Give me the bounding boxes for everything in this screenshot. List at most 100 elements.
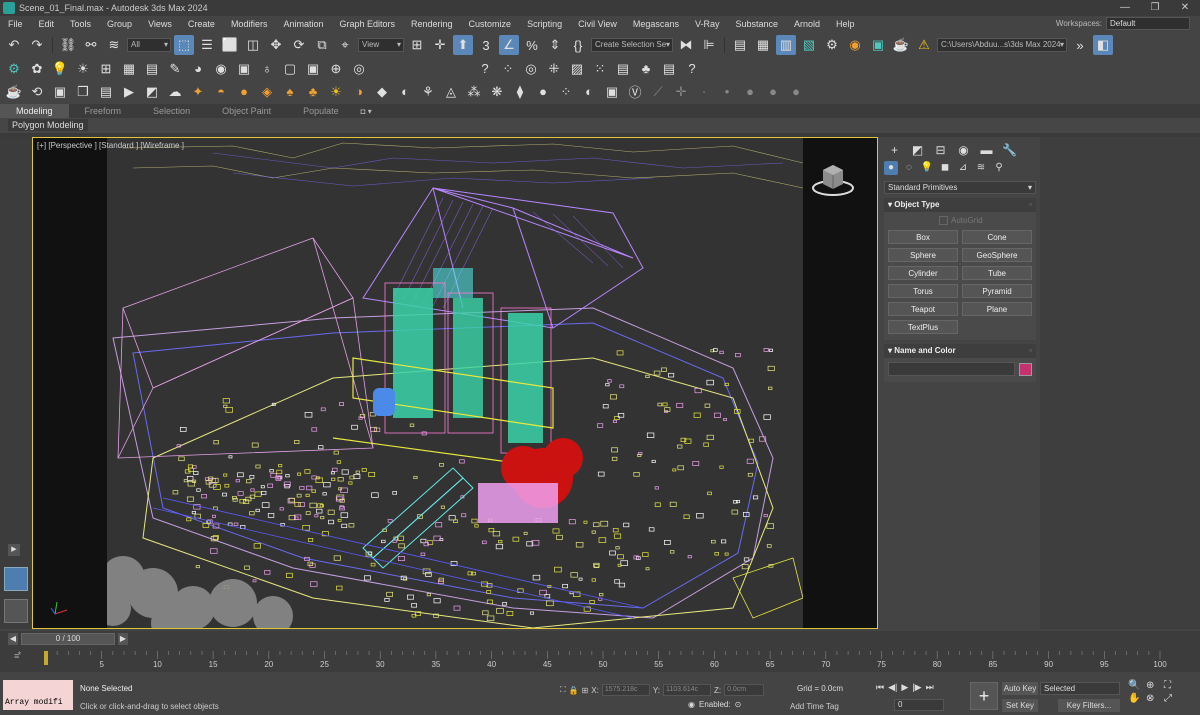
plane-button[interactable]: Plane [962, 302, 1032, 317]
set-keys-button[interactable]: + [970, 682, 998, 710]
sun-light-icon[interactable]: ☀ [326, 82, 346, 102]
shapes-icon[interactable]: ✿ [27, 59, 47, 79]
scatter-icon[interactable]: ⁂ [464, 82, 484, 102]
geosphere-button[interactable]: GeoSphere [962, 248, 1032, 263]
reference-coord-dropdown[interactable]: View [358, 38, 404, 52]
copy-icon[interactable]: ❐ [73, 82, 93, 102]
cloud-icon[interactable]: ☁ [165, 82, 185, 102]
warning-icon[interactable]: ⚠ [914, 35, 934, 55]
select-by-name-icon[interactable]: ☰ [197, 35, 217, 55]
image-icon[interactable]: ▨ [567, 59, 587, 79]
menu-file[interactable]: File [0, 16, 31, 32]
dock-panel-icon[interactable]: ◧ [1093, 35, 1113, 55]
arrange-icon[interactable]: ⁙ [590, 59, 610, 79]
snaps-toggle-icon[interactable]: 3 [476, 35, 496, 55]
material-editor-icon[interactable]: ◉ [845, 35, 865, 55]
toggle-ribbon-icon[interactable]: ▥ [776, 35, 796, 55]
unlink-icon[interactable]: ⚯ [81, 35, 101, 55]
film-icon[interactable]: ▤ [142, 59, 162, 79]
geometry-icon[interactable]: ● [884, 161, 898, 175]
ambient-icon[interactable]: ◑ [349, 82, 369, 102]
autogrid-checkbox[interactable]: AutoGrid [884, 212, 1036, 227]
object-category-dropdown[interactable]: Standard Primitives [884, 181, 1036, 194]
menu-create[interactable]: Create [180, 16, 223, 32]
sphere-grey-2-icon[interactable]: ● [763, 82, 783, 102]
pyramid-button[interactable]: Pyramid [962, 284, 1032, 299]
circle-target-icon[interactable]: ◎ [521, 59, 541, 79]
chat-icon[interactable]: ✎ [165, 59, 185, 79]
go-to-start-icon[interactable]: ⏮ [876, 682, 884, 693]
frame-teal-icon[interactable]: ▣ [303, 59, 323, 79]
project-path-dropdown[interactable]: C:\Users\Abduu...s\3ds Max 2024 [937, 38, 1067, 52]
stamp-icon[interactable]: ▣ [234, 59, 254, 79]
perspective-viewport[interactable]: [+] [Perspective ] [Standard ] [Wirefram… [32, 137, 878, 629]
link-icon[interactable]: ⛓ [58, 35, 78, 55]
region-select-icon[interactable]: ⬜ [220, 35, 240, 55]
pan-icon[interactable]: ✋ [1128, 693, 1146, 704]
table-icon[interactable]: ▦ [119, 59, 139, 79]
select-manipulate-icon[interactable]: ✛ [430, 35, 450, 55]
tab-populate[interactable]: Populate [287, 104, 355, 118]
helpers-category-icon[interactable]: ⊿ [956, 161, 970, 175]
ball-icon[interactable]: ● [533, 82, 553, 102]
keyboard-shortcut-override-icon[interactable]: ⬆ [453, 35, 473, 55]
workspaces-dropdown[interactable]: Default [1106, 17, 1190, 30]
y-coordinate-field[interactable]: 1103.614c [662, 684, 711, 696]
quad-viewport-layout-button[interactable] [4, 599, 28, 623]
spacewarps-category-icon[interactable]: ≋ [974, 161, 988, 175]
camera-icon[interactable]: ◕ [188, 59, 208, 79]
menu-help[interactable]: Help [828, 16, 863, 32]
move-icon[interactable]: ✥ [266, 35, 286, 55]
menu-graph-editors[interactable]: Graph Editors [331, 16, 403, 32]
layer-explorer-icon[interactable]: ▦ [753, 35, 773, 55]
viewcube-icon[interactable] [809, 160, 857, 200]
lights-category-icon[interactable]: 💡 [920, 161, 934, 175]
teapot-icon[interactable]: ☕ [4, 82, 24, 102]
go-to-end-icon[interactable]: ⏭ [926, 682, 934, 693]
sphere-light-icon[interactable]: ● [234, 82, 254, 102]
menu-animation[interactable]: Animation [275, 16, 331, 32]
auto-key-button[interactable]: Auto Key [1002, 682, 1038, 695]
x-coordinate-field[interactable]: 1575.218c [601, 684, 650, 696]
single-viewport-layout-button[interactable] [4, 567, 28, 591]
paste-icon[interactable]: ▤ [96, 82, 116, 102]
render-icon[interactable]: ◩ [142, 82, 162, 102]
fur-icon[interactable]: ⚘ [418, 82, 438, 102]
notes-icon[interactable]: ▤ [659, 59, 679, 79]
curve-editor-icon[interactable]: ▧ [799, 35, 819, 55]
pivot-center-icon[interactable]: ⊞ [407, 35, 427, 55]
next-frame-icon[interactable]: ▶ [118, 633, 128, 645]
menu-scripting[interactable]: Scripting [519, 16, 570, 32]
angle-snap-icon[interactable]: ∠ [499, 35, 519, 55]
teapot-button[interactable]: Teapot [888, 302, 958, 317]
selection-filter-dropdown[interactable]: All [127, 38, 171, 52]
forest-icon[interactable]: ♣ [636, 59, 656, 79]
utilities-tab-icon[interactable]: 🔧 [1001, 143, 1018, 157]
proxy-icon[interactable]: ◆ [372, 82, 392, 102]
key-mode-dropdown[interactable]: Selected [1040, 682, 1120, 695]
undo-icon[interactable]: ↶ [4, 35, 24, 55]
menu-civil-view[interactable]: Civil View [570, 16, 625, 32]
globe-icon[interactable]: ◐ [395, 82, 415, 102]
bulb-outline-icon[interactable]: ♁ [257, 59, 277, 79]
scene-explorer-icon[interactable]: ▤ [730, 35, 750, 55]
absolute-mode-icon[interactable]: ⊞ [582, 686, 589, 695]
minimize-button[interactable]: — [1110, 0, 1140, 16]
percent-snap-icon[interactable]: % [522, 35, 542, 55]
track-bar[interactable]: ≡⃰ 5 10 15 20 25 30 35 40 45 50 55 60 65 70 75 80 85 90 95… [0, 647, 1200, 672]
rendered-frame-window-icon[interactable]: ☕ [891, 35, 911, 55]
tab-object-paint[interactable]: Object Paint [206, 104, 287, 118]
sync-icon[interactable]: ⟲ [27, 82, 47, 102]
sphere-grey-3-icon[interactable]: ● [786, 82, 806, 102]
enabled-toggle-icon[interactable]: ⊙ [735, 700, 742, 709]
maximize-viewport-icon[interactable]: ⤢ [1164, 693, 1182, 704]
current-frame-marker[interactable] [44, 651, 48, 665]
spot-light-icon[interactable]: ♠ [280, 82, 300, 102]
align-icon[interactable]: ⊫ [699, 35, 719, 55]
vray-icon[interactable]: Ⓥ [625, 82, 645, 102]
add-time-tag[interactable]: Add Time Tag [790, 702, 839, 711]
sphere-button[interactable]: Sphere [888, 248, 958, 263]
toolbar-overflow-icon[interactable]: » [1070, 35, 1090, 55]
z-coordinate-field[interactable]: 0.0cm [724, 684, 765, 696]
redo-icon[interactable]: ↷ [27, 35, 47, 55]
